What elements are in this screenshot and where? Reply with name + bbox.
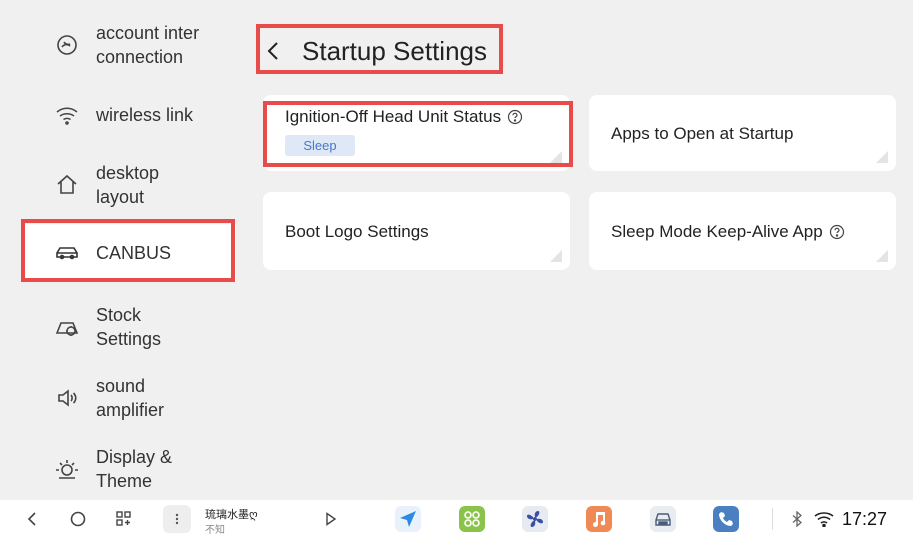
- sidebar-item-label: sound: [96, 376, 146, 396]
- home-icon: [52, 170, 82, 200]
- sleep-keep-alive-label: Sleep Mode Keep-Alive App: [611, 222, 823, 241]
- media-title: 琉璃水墨ღ: [205, 509, 258, 521]
- page-header: Startup Settings: [258, 28, 487, 74]
- play-icon[interactable]: [319, 507, 343, 531]
- sidebar-item-label: wireless link: [96, 105, 194, 125]
- corner-triangle: [876, 151, 888, 163]
- sidebar-item-desktop-layout[interactable]: desktop layout: [24, 160, 236, 210]
- sidebar-item-label: Display &: [96, 447, 173, 467]
- nav-apps-icon[interactable]: [112, 507, 136, 531]
- corner-triangle: [550, 151, 562, 163]
- sidebar-item-label: connection: [96, 47, 184, 67]
- car-icon: [52, 238, 82, 268]
- navigation-app-icon[interactable]: [395, 506, 421, 532]
- sleep-keep-alive-card[interactable]: Sleep Mode Keep-Alive App: [589, 192, 896, 270]
- taskbar: 琉璃水墨ღ 不知 17:27: [0, 500, 913, 538]
- apps-open-startup-card[interactable]: Apps to Open at Startup: [589, 95, 896, 171]
- sidebar-item-label: Theme: [96, 471, 153, 491]
- media-thumbnail[interactable]: [163, 505, 191, 533]
- apps-grid-icon[interactable]: [459, 506, 485, 532]
- boot-logo-settings-card[interactable]: Boot Logo Settings: [263, 192, 570, 270]
- sidebar-item-label: desktop: [96, 163, 160, 183]
- sidebar-item-label: layout: [96, 187, 145, 207]
- sidebar-item-label: account inter: [96, 23, 200, 43]
- fan-climate-icon[interactable]: [522, 506, 548, 532]
- wifi-icon: [52, 100, 82, 130]
- bluetooth-icon[interactable]: [785, 507, 809, 531]
- sidebar-item-stock-settings[interactable]: Stock Settings: [24, 302, 236, 352]
- wifi-status-icon[interactable]: [812, 507, 836, 531]
- speaker-icon: [52, 383, 82, 413]
- phone-icon[interactable]: [713, 506, 739, 532]
- sidebar-item-account-interconnection[interactable]: account inter connection: [24, 20, 236, 70]
- back-arrow-icon[interactable]: [266, 39, 290, 63]
- nav-home-icon[interactable]: [66, 507, 90, 531]
- page-title: Startup Settings: [302, 35, 487, 66]
- car-dvr-icon[interactable]: [650, 506, 676, 532]
- sun-icon: [52, 454, 82, 484]
- status-badge: Sleep: [285, 135, 355, 156]
- help-icon[interactable]: [829, 224, 845, 240]
- nav-back-icon[interactable]: [20, 507, 44, 531]
- sidebar-item-sound-amplifier[interactable]: sound amplifier: [24, 373, 236, 423]
- cloud-link-icon: [52, 30, 82, 60]
- boot-logo-settings-label: Boot Logo Settings: [285, 222, 429, 241]
- taskbar-divider: [772, 508, 773, 530]
- sidebar-item-label: amplifier: [96, 400, 165, 420]
- help-icon[interactable]: [507, 109, 523, 125]
- corner-triangle: [550, 250, 562, 262]
- sidebar-item-label: Settings: [96, 329, 162, 349]
- apps-open-startup-label: Apps to Open at Startup: [611, 124, 794, 143]
- sidebar: account inter connection wireless link d…: [0, 0, 240, 500]
- music-note-icon[interactable]: [586, 506, 612, 532]
- clock: 17:27: [842, 509, 888, 529]
- gear-wrench-icon: [52, 312, 82, 342]
- ignition-off-status-label: Ignition-Off Head Unit Status: [285, 107, 502, 126]
- media-subtitle: 不知: [205, 525, 225, 536]
- ignition-off-status-card[interactable]: Ignition-Off Head Unit Status Sleep: [263, 95, 570, 171]
- sidebar-item-label: Stock: [96, 305, 142, 325]
- sidebar-item-label: CANBUS: [96, 243, 172, 263]
- corner-triangle: [876, 250, 888, 262]
- sidebar-item-wireless-link[interactable]: wireless link: [24, 100, 236, 130]
- sidebar-item-canbus[interactable]: CANBUS: [24, 224, 236, 282]
- sidebar-item-display-theme[interactable]: Display & Theme: [24, 444, 236, 494]
